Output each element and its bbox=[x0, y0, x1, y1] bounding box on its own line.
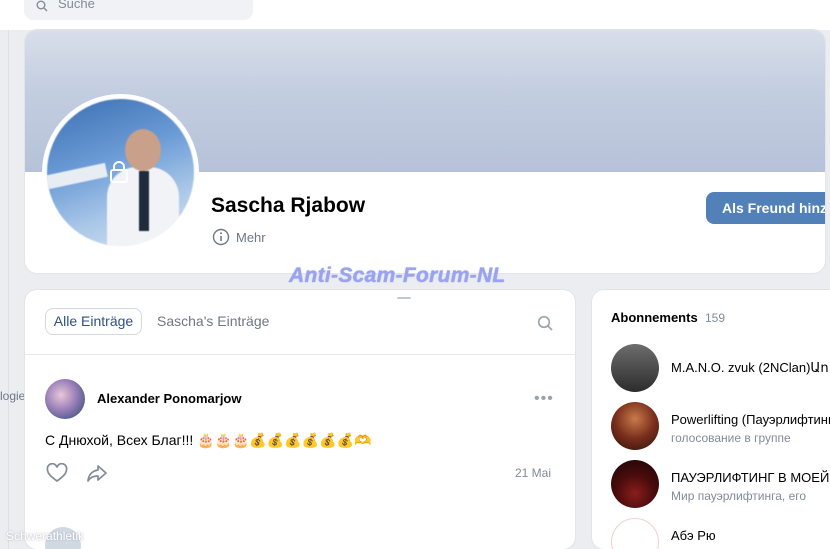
more-label: Mehr bbox=[236, 229, 266, 245]
subscription-name: ПАУЭРЛИФТИНГ В МОЕЙ bbox=[671, 470, 830, 485]
tab-own-entries[interactable]: Sascha's Einträge bbox=[157, 313, 269, 329]
more-info-link[interactable]: Mehr bbox=[212, 228, 266, 246]
subscription-item[interactable]: ПАУЭРЛИФТИНГ В МОЕЙ Мир пауэрлифтинга, е… bbox=[611, 460, 830, 508]
subscription-item[interactable]: M.A.N.O. zvuk (2NClan)Աո bbox=[611, 344, 830, 392]
feed-divider bbox=[25, 354, 575, 355]
left-sidebar bbox=[0, 30, 8, 549]
profile-name: Sascha Rjabow bbox=[211, 194, 366, 217]
post-text: С Днюхой, Всех Благ!!! 🎂🎂🎂💰💰💰💰💰💰🫶 bbox=[45, 432, 372, 448]
search-input[interactable]: Suche bbox=[24, 0, 253, 20]
subscription-item[interactable]: Абэ Рю bbox=[611, 518, 830, 549]
add-friend-button[interactable]: Als Freund hinzu bbox=[706, 192, 825, 224]
avatar-photo-tie bbox=[139, 171, 149, 231]
subscription-avatar bbox=[611, 518, 659, 549]
like-icon[interactable] bbox=[46, 463, 68, 483]
subscription-description: голосование в группе bbox=[671, 431, 791, 445]
wall-feed-card: Alle Einträge Sascha's Einträge Alexande… bbox=[25, 290, 575, 549]
subscription-avatar bbox=[611, 344, 659, 392]
post-author-name[interactable]: Alexander Ponomarjow bbox=[97, 391, 241, 406]
watermark: Anti-Scam-Forum-NL bbox=[289, 264, 506, 287]
subscription-name: Абэ Рю bbox=[671, 528, 716, 543]
subscriptions-title[interactable]: Abonnements bbox=[611, 310, 698, 325]
subscription-avatar bbox=[611, 460, 659, 508]
profile-header-card: Sascha Rjabow Mehr Als Freund hinzu bbox=[25, 30, 825, 273]
sidebar-divider bbox=[8, 30, 9, 549]
subscription-name: Powerlifting (Пауэрлифтинг) bbox=[671, 412, 830, 427]
page-background: Suche logien Sascha Rjabow Mehr Als Freu… bbox=[0, 0, 830, 549]
feed-drag-handle bbox=[397, 297, 411, 299]
subscriptions-card: Abonnements 159 M.A.N.O. zvuk (2NClan)Աո… bbox=[592, 290, 830, 549]
info-icon bbox=[212, 228, 230, 246]
tab-all-entries[interactable]: Alle Einträge bbox=[45, 308, 142, 335]
search-icon[interactable] bbox=[537, 315, 553, 331]
search-icon bbox=[36, 0, 48, 12]
post-date[interactable]: 21 Mai bbox=[515, 466, 551, 480]
more-dots-icon[interactable]: ••• bbox=[534, 390, 554, 408]
subscription-name: M.A.N.O. zvuk (2NClan)Աո bbox=[671, 360, 829, 375]
subscriptions-count: 159 bbox=[705, 311, 726, 325]
subscription-avatar bbox=[611, 402, 659, 450]
avatar-photo-head bbox=[125, 129, 161, 171]
subscription-item[interactable]: Powerlifting (Пауэрлифтинг) голосование … bbox=[611, 402, 830, 450]
avatar-photo-wing bbox=[47, 162, 108, 190]
lock-icon bbox=[110, 161, 128, 183]
sidebar-item-label[interactable]: Schwerathletik bbox=[6, 529, 84, 543]
search-placeholder: Suche bbox=[58, 0, 95, 11]
share-icon[interactable] bbox=[86, 463, 108, 483]
post-author-avatar[interactable] bbox=[45, 379, 85, 419]
top-bar: Suche bbox=[0, 0, 830, 30]
subscription-description: Мир пауэрлифтинга, его bbox=[671, 489, 807, 503]
